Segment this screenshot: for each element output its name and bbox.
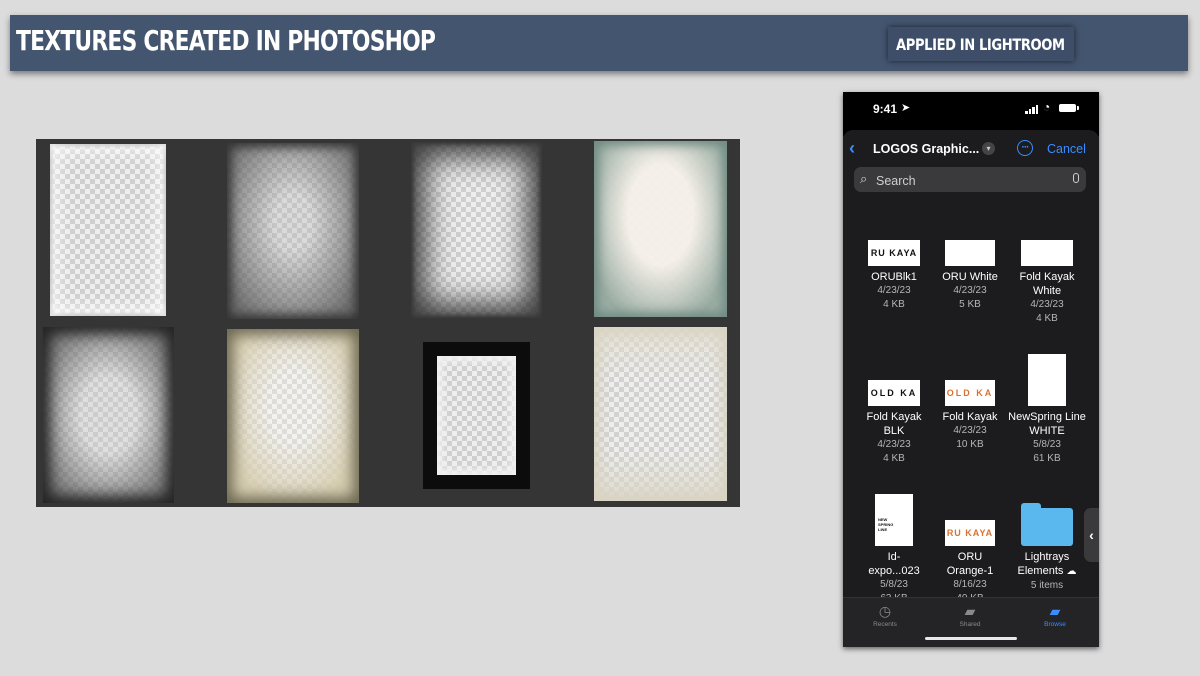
file-thumbnail: OLD KA [868, 380, 920, 406]
tab-recents[interactable]: ◷ Recents [855, 604, 915, 628]
texture-1 [50, 144, 166, 316]
signal-icon [1025, 104, 1039, 114]
texture-8 [594, 327, 727, 501]
folder-item[interactable]: Lightrays Elements ☁ 5 items [1008, 502, 1086, 593]
shared-folder-icon: ▰ [964, 603, 976, 619]
folder-icon: ▰ [1049, 603, 1061, 619]
file-date: 4/23/23 [1030, 299, 1064, 310]
file-thumbnail: NEW SPRING LINE [875, 494, 913, 546]
file-thumbnail [945, 240, 995, 266]
phone-files-app: 9:41 ➤ ◔ ‹ LOGOS Graphic... ▾ ··· Cancel… [843, 92, 1099, 647]
tab-shared[interactable]: ▰ Shared [940, 604, 1000, 628]
banner-title: TEXTURES CREATED IN PHOTOSHOP [16, 24, 436, 57]
search-bar[interactable]: ⌕ [854, 167, 1086, 194]
file-name: Fold Kayak White [1019, 271, 1075, 297]
title-banner: TEXTURES CREATED IN PHOTOSHOP APPLIED IN… [10, 15, 1188, 71]
folder-title[interactable]: LOGOS Graphic... [873, 142, 979, 156]
search-input[interactable] [874, 167, 1068, 194]
status-bar: 9:41 ➤ ◔ [843, 92, 1099, 126]
chevron-left-icon: ‹ [849, 138, 855, 158]
sheet-edge [843, 126, 1099, 142]
file-item[interactable]: ORU White 4/23/23 5 KB [931, 222, 1009, 312]
side-panel-handle[interactable]: ‹ [1084, 508, 1099, 562]
file-item[interactable]: NEW SPRING LINE Id-expo...023 5/8/23 63 … [855, 486, 933, 606]
tab-browse[interactable]: ▰ Browse [1025, 604, 1085, 628]
texture-panel [36, 139, 740, 507]
cancel-button[interactable]: Cancel [1047, 142, 1086, 156]
file-item[interactable]: OLD KA Fold Kayak 4/23/23 10 KB [931, 362, 1009, 452]
folder-icon [1021, 503, 1073, 546]
file-name: Fold Kayak [942, 411, 998, 423]
file-date: 8/16/23 [953, 579, 987, 590]
texture-7 [423, 342, 530, 489]
file-date: 5/8/23 [1033, 439, 1061, 450]
file-name: Fold Kayak BLK [866, 411, 922, 437]
texture-5 [43, 327, 174, 503]
file-thumbnail: RU KAYA [945, 520, 995, 546]
file-size: 4 KB [883, 453, 905, 464]
texture-4 [594, 141, 727, 317]
texture-6 [227, 329, 359, 503]
file-size: 4 KB [883, 299, 905, 310]
file-name: NewSpring Line WHITE [1008, 411, 1086, 437]
file-item[interactable]: NewSpring Line WHITE 5/8/23 61 KB [1008, 346, 1086, 466]
file-name: ORUBlk1 [871, 271, 917, 283]
file-name: ORU Orange-1 [946, 551, 994, 577]
battery-icon [1059, 104, 1079, 112]
file-size: 4 KB [1036, 313, 1058, 324]
back-button[interactable]: ‹ [849, 138, 855, 159]
file-thumbnail [1028, 354, 1066, 406]
texture-3 [411, 142, 542, 318]
file-date: 5/8/23 [880, 579, 908, 590]
clock-icon: ◷ [878, 603, 892, 619]
banner-badge-label: APPLIED IN LIGHTROOM [896, 34, 1065, 54]
folder-item-count: 5 items [1030, 580, 1064, 591]
file-date: 4/23/23 [953, 285, 987, 296]
file-item[interactable]: Fold Kayak White 4/23/23 4 KB [1008, 222, 1086, 326]
file-size: 61 KB [1033, 453, 1061, 464]
file-thumbnail: OLD KA [945, 380, 995, 406]
location-arrow-icon: ➤ [901, 102, 911, 114]
cloud-download-icon[interactable]: ☁ [1066, 566, 1076, 577]
file-item[interactable]: RU KAYA ORUBlk1 4/23/23 4 KB [855, 222, 933, 312]
file-size: 10 KB [956, 439, 984, 450]
file-thumbnail [1021, 240, 1073, 266]
file-item[interactable]: OLD KA Fold Kayak BLK 4/23/23 4 KB [855, 362, 933, 466]
file-size: 5 KB [959, 299, 981, 310]
banner-badge: APPLIED IN LIGHTROOM [888, 27, 1074, 61]
microphone-icon[interactable] [1073, 173, 1079, 183]
chevron-down-icon[interactable]: ▾ [982, 142, 995, 155]
texture-2 [227, 143, 359, 319]
folder-name: Lightrays Elements ☁ [1017, 551, 1077, 577]
file-date: 4/23/23 [877, 439, 911, 450]
file-name: ORU White [942, 271, 998, 283]
ellipsis-circle-icon[interactable]: ··· [1017, 140, 1033, 156]
status-time: 9:41 [873, 102, 898, 116]
file-thumbnail: RU KAYA [868, 240, 920, 266]
file-date: 4/23/23 [877, 285, 911, 296]
file-name: Id-expo...023 [868, 551, 920, 577]
file-item[interactable]: RU KAYA ORU Orange-1 8/16/23 40 KB [931, 502, 1009, 606]
wifi-icon: ◔ [1043, 100, 1051, 114]
search-icon: ⌕ [860, 171, 868, 186]
home-indicator [925, 637, 1017, 640]
chevron-left-icon: ‹ [1089, 527, 1094, 543]
file-date: 4/23/23 [953, 425, 987, 436]
